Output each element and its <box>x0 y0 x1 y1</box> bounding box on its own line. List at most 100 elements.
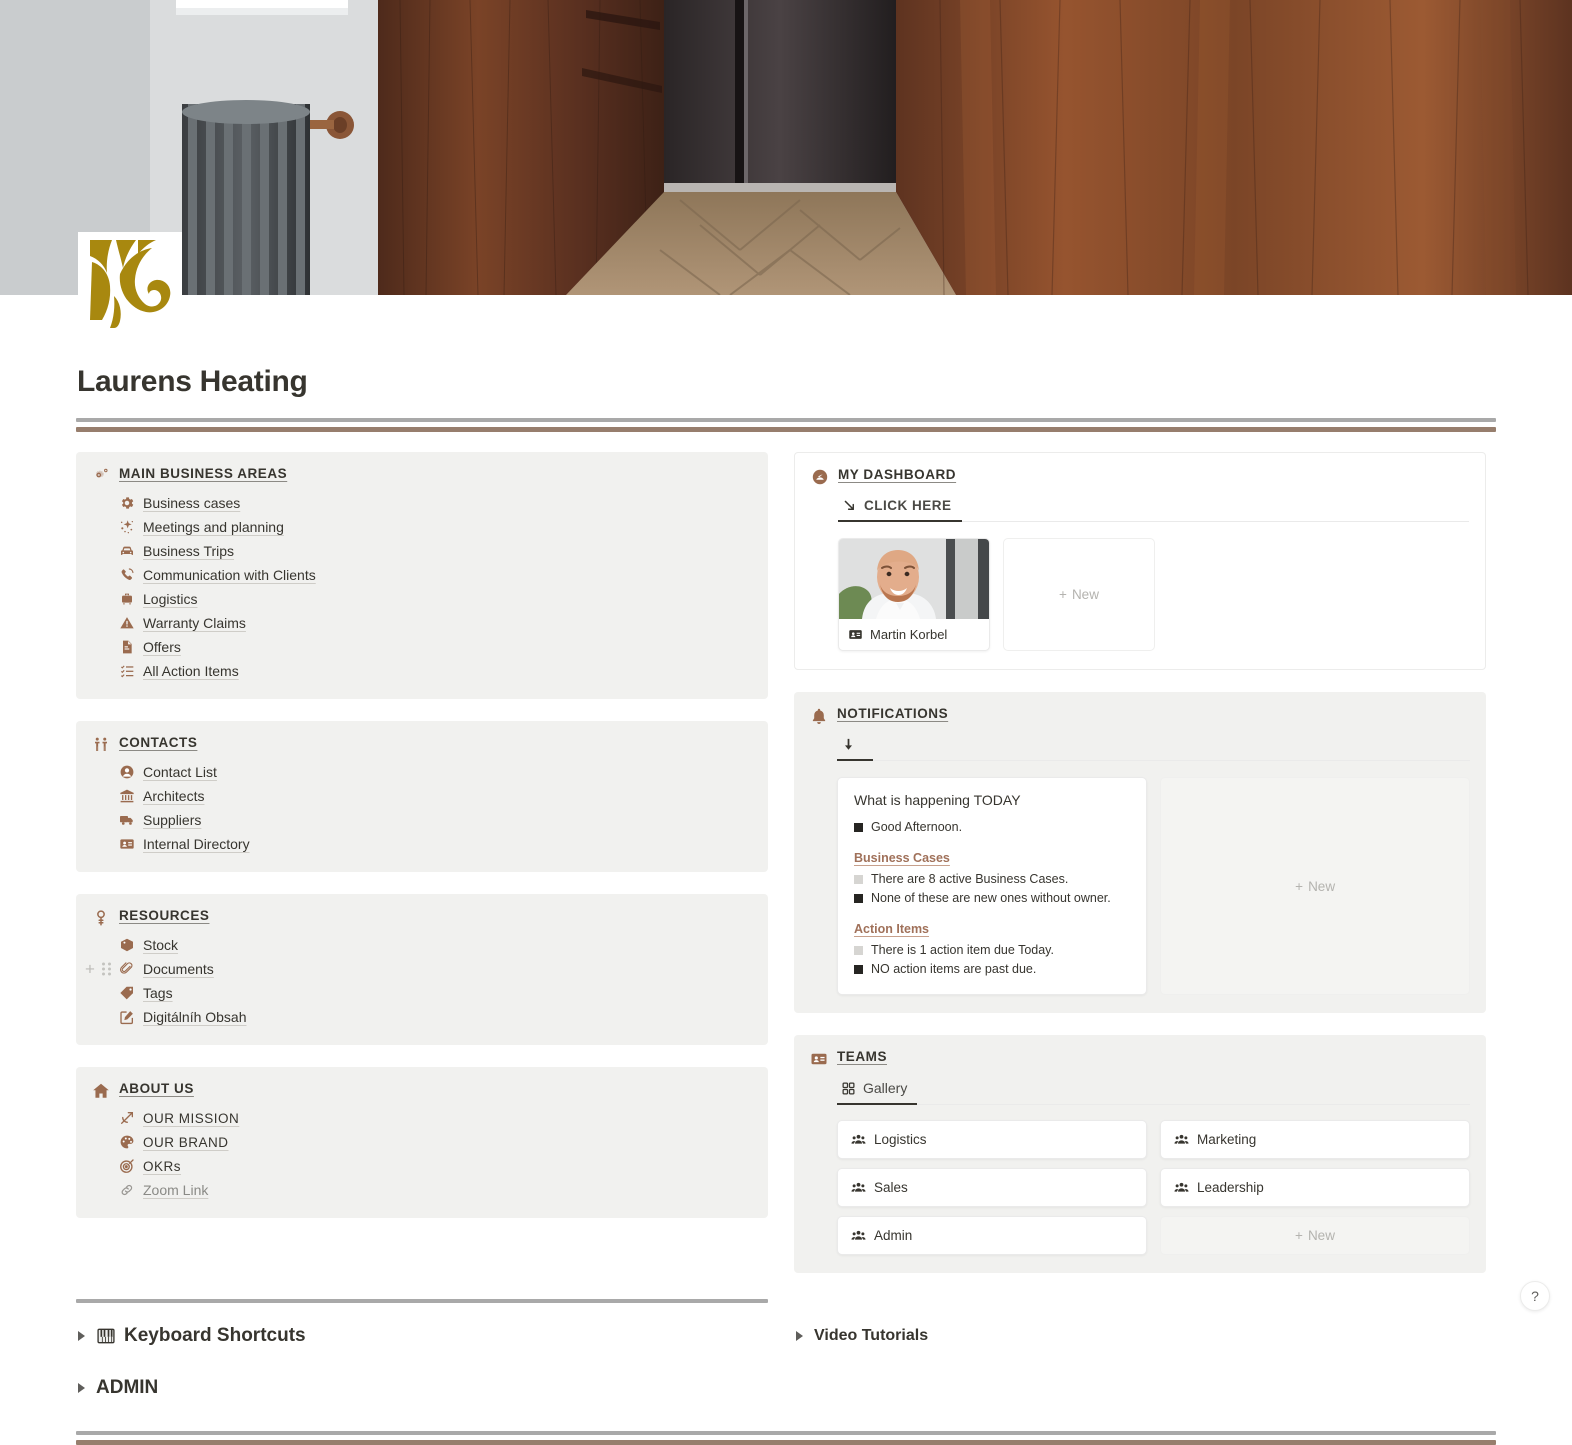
nav-item-business-trips[interactable]: Business Trips <box>119 539 752 563</box>
nav-item-okrs[interactable]: OKRs <box>119 1154 752 1178</box>
panel-header: MAIN BUSINESS AREAS <box>92 466 752 485</box>
toggle-admin[interactable]: ADMIN <box>78 1367 768 1409</box>
nav-item-internal-directory[interactable]: Internal Directory <box>119 832 752 856</box>
panel-header: RESOURCES <box>92 908 752 927</box>
bottom-left-column: Keyboard Shortcuts ADMIN <box>76 1299 768 1409</box>
nav-label: Logistics <box>143 591 198 607</box>
gears-icon <box>95 468 108 478</box>
nav-label: Suppliers <box>143 812 202 828</box>
nav-item-logistics[interactable]: Logistics <box>119 587 752 611</box>
add-block-button[interactable]: + <box>85 961 95 978</box>
panel-title: MY DASHBOARD <box>838 467 957 482</box>
nav-label: All Action Items <box>143 663 239 679</box>
plus-icon: + <box>1059 587 1067 602</box>
warning-triangle-icon <box>120 617 134 629</box>
page-icon[interactable] <box>78 232 182 336</box>
nav-label: Stock <box>143 937 179 953</box>
view-tabs: CLICK HERE <box>838 494 1469 522</box>
nav-list: Stock + Documents Tags Digitálníh Obsah <box>85 933 752 1029</box>
nav-item-documents[interactable]: + Documents <box>85 957 752 981</box>
dashboard-new-card-button[interactable]: + New <box>1003 538 1155 651</box>
bow-arrow-icon <box>121 1112 133 1124</box>
drag-handle-icon[interactable] <box>101 962 111 976</box>
team-card-admin[interactable]: Admin <box>837 1216 1147 1255</box>
notifications-new-card-button[interactable]: + New <box>1160 777 1470 995</box>
toggle-video-tutorials[interactable]: Video Tutorials <box>796 1317 1486 1355</box>
nav-item-tags[interactable]: Tags <box>119 981 752 1005</box>
team-card-logistics[interactable]: Logistics <box>837 1120 1147 1159</box>
notification-line: None of these are new ones without owner… <box>854 888 1130 907</box>
tab-notifications-download[interactable] <box>837 733 873 761</box>
nav-item-our-mission[interactable]: OUR MISSION <box>119 1106 752 1130</box>
gear-icon <box>121 497 134 509</box>
new-label: New <box>1071 587 1099 602</box>
panel-notifications: NOTIFICATIONS What is happening TODAY Go… <box>794 692 1486 1013</box>
bottom-section: Keyboard Shortcuts ADMIN Video Tutorials <box>0 1299 1572 1445</box>
nav-item-digitalnih-obsah[interactable]: Digitálníh Obsah <box>119 1005 752 1029</box>
people-group-icon <box>851 1134 866 1144</box>
truck-icon <box>120 816 133 825</box>
team-label: Logistics <box>874 1132 927 1147</box>
row-handles[interactable]: + <box>85 961 111 978</box>
panel-title: MAIN BUSINESS AREAS <box>119 466 288 481</box>
nav-item-suppliers[interactable]: Suppliers <box>119 808 752 832</box>
plus-icon: + <box>1295 878 1304 894</box>
nav-item-warranty-claims[interactable]: Warranty Claims <box>119 611 752 635</box>
teams-new-card-button[interactable]: + New <box>1160 1216 1470 1255</box>
nav-item-meetings-and-planning[interactable]: Meetings and planning <box>119 515 752 539</box>
document-icon <box>123 640 132 654</box>
notification-card[interactable]: What is happening TODAY Good Afternoon. … <box>837 777 1148 995</box>
nav-list: OUR MISSION OUR BRAND OKRs Zoom Link <box>119 1106 752 1202</box>
nav-item-offers[interactable]: Offers <box>119 635 752 659</box>
people-group-icon <box>1174 1182 1189 1192</box>
nav-label: Tags <box>143 985 173 1001</box>
nav-item-architects[interactable]: Architects <box>119 784 752 808</box>
team-card-marketing[interactable]: Marketing <box>1160 1120 1470 1159</box>
nav-label: Business Trips <box>143 543 235 559</box>
bullet-square-light-icon <box>854 874 863 884</box>
avatar-image <box>839 539 989 619</box>
nav-item-contact-list[interactable]: Contact List <box>119 760 752 784</box>
tab-label: CLICK HERE <box>864 498 952 513</box>
view-tabs: Gallery <box>837 1076 1470 1105</box>
divider-brown-top <box>76 427 1496 432</box>
gallery-card-martin-korbel[interactable]: Martin Korbel <box>838 538 990 651</box>
panel-header: CONTACTS <box>92 735 752 754</box>
nav-list: Business cases Meetings and planning Bus… <box>119 491 752 683</box>
nav-item-communication-with-clients[interactable]: Communication with Clients <box>119 563 752 587</box>
sparkles-icon <box>120 520 133 534</box>
toggle-text: Keyboard Shortcuts <box>124 1325 306 1346</box>
bullet-square-dark-icon <box>854 893 863 903</box>
two-people-icon <box>95 737 107 751</box>
team-card-leadership[interactable]: Leadership <box>1160 1168 1470 1207</box>
help-button[interactable]: ? <box>1520 1281 1550 1311</box>
team-card-sales[interactable]: Sales <box>837 1168 1147 1207</box>
divider-gray-bottom-left <box>76 1299 768 1303</box>
nav-label: Business cases <box>143 495 241 511</box>
panel-header: ABOUT US <box>92 1081 752 1100</box>
nav-item-stock[interactable]: Stock <box>119 933 752 957</box>
people-group-icon <box>851 1182 866 1192</box>
nav-item-our-brand[interactable]: OUR BRAND <box>119 1130 752 1154</box>
page-title: Laurens Heating <box>77 365 308 398</box>
panel-title: NOTIFICATIONS <box>837 706 949 721</box>
nav-item-business-cases[interactable]: Business cases <box>119 491 752 515</box>
tab-click-here[interactable]: CLICK HERE <box>838 494 962 522</box>
panel-title: RESOURCES <box>119 908 210 923</box>
team-label: Sales <box>874 1180 908 1195</box>
nav-label: OUR BRAND <box>143 1134 229 1150</box>
dashboard-gallery: Martin Korbel + New <box>838 538 1469 651</box>
panel-header: TEAMS <box>810 1049 1470 1068</box>
toggle-text: Video Tutorials <box>814 1327 929 1344</box>
panel-contacts: CONTACTS Contact List Architects Supplie… <box>76 721 768 872</box>
nav-item-zoom-link[interactable]: Zoom Link <box>119 1178 752 1202</box>
notification-group-heading-action-items[interactable]: Action Items <box>854 922 1130 936</box>
tab-gallery[interactable]: Gallery <box>837 1076 918 1105</box>
toggle-keyboard-shortcuts[interactable]: Keyboard Shortcuts <box>78 1315 768 1357</box>
nav-label: OKRs <box>143 1158 182 1174</box>
piano-keyboard-icon <box>97 1328 115 1344</box>
chevron-right-icon[interactable] <box>78 1383 85 1393</box>
notification-greeting: Good Afternoon. <box>854 817 1130 836</box>
notification-group-heading-business-cases[interactable]: Business Cases <box>854 851 1130 865</box>
nav-item-all-action-items[interactable]: All Action Items <box>119 659 752 683</box>
